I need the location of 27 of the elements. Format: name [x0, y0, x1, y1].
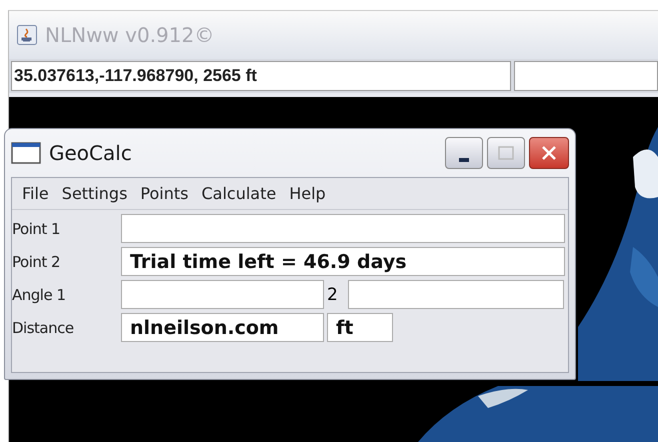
close-button[interactable]	[529, 137, 569, 169]
field-label: Distance	[12, 318, 75, 338]
menu-item[interactable]: Settings	[62, 184, 128, 203]
minimize-button[interactable]	[445, 137, 483, 169]
coordinates-field[interactable]: 35.037613,-117.968790, 2565 ft	[11, 61, 511, 91]
menu-item[interactable]: File	[22, 184, 49, 203]
menu-item[interactable]: Help	[289, 184, 326, 203]
maximize-icon	[498, 146, 514, 160]
dialog-title: GeoCalc	[49, 141, 132, 165]
window-icon	[11, 142, 41, 164]
field-label: 2	[327, 284, 339, 306]
field-label: Point 1	[12, 218, 62, 240]
window-title: NLNww v0.912©	[45, 23, 214, 47]
text-field[interactable]	[514, 61, 658, 91]
input-field[interactable]: nlneilson.com	[121, 313, 324, 342]
field-label: Point 2	[12, 252, 62, 272]
field-label: Angle 1	[12, 284, 66, 306]
minimize-icon	[459, 158, 469, 162]
input-field[interactable]: Trial time left = 46.9 days	[121, 247, 565, 276]
input-field[interactable]	[121, 280, 324, 309]
unit-field[interactable]: ft	[327, 313, 393, 342]
input-field[interactable]	[121, 214, 565, 243]
cup-icon	[17, 25, 37, 45]
menu-item[interactable]: Points	[140, 184, 188, 203]
input-field[interactable]	[348, 280, 564, 309]
menu-item[interactable]: Calculate	[201, 184, 276, 203]
close-icon	[541, 145, 557, 161]
